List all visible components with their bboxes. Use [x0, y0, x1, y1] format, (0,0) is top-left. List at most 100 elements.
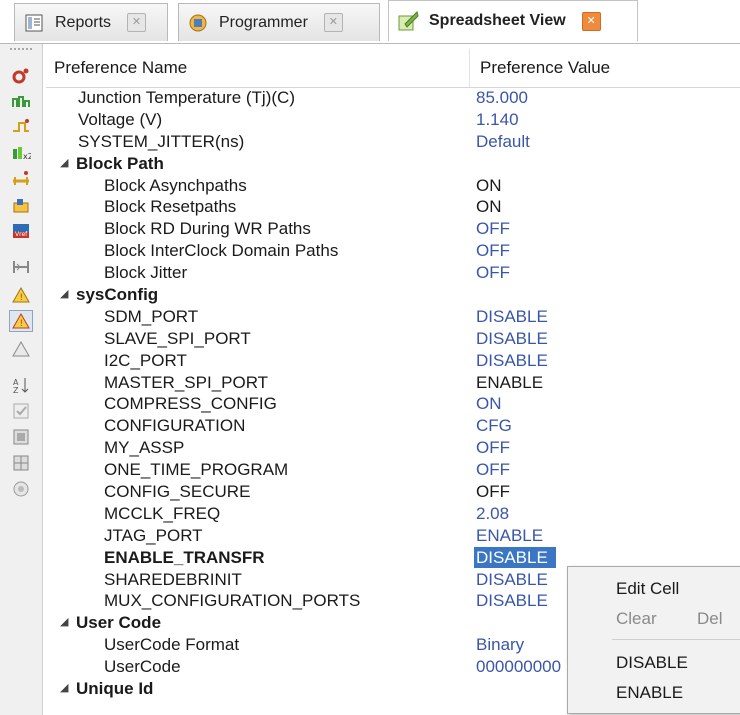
preference-value[interactable]: 000000000 — [476, 656, 561, 677]
table-row[interactable]: MCCLK_FREQ 2.08 — [46, 503, 740, 525]
table-group-row[interactable]: ◢ Block Path — [46, 153, 740, 175]
preference-name: Block InterClock Domain Paths — [104, 241, 339, 261]
preference-value[interactable]: 1.140 — [476, 109, 519, 130]
preference-value[interactable]: DISABLE — [476, 350, 548, 371]
preference-value[interactable]: ON — [476, 175, 502, 196]
toolbar-grip[interactable] — [10, 48, 32, 52]
programmer-icon — [187, 12, 209, 34]
table-row[interactable]: Block Resetpaths ON — [46, 196, 740, 218]
collapse-triangle-icon[interactable]: ◢ — [60, 678, 68, 699]
table-row[interactable]: Block InterClock Domain Paths OFF — [46, 240, 740, 262]
table-row[interactable]: I2C_PORT DISABLE — [46, 350, 740, 372]
preference-name: MASTER_SPI_PORT — [104, 372, 269, 392]
package-view-icon[interactable] — [9, 452, 33, 474]
menu-item-edit-cell[interactable]: Edit Cell — [568, 575, 740, 603]
menu-separator — [612, 639, 740, 640]
preference-value[interactable]: OFF — [476, 218, 510, 239]
table-row[interactable]: ONE_TIME_PROGRAM OFF — [46, 459, 740, 481]
close-icon[interactable]: ✕ — [581, 11, 601, 31]
table-row[interactable]: SYSTEM_JITTER(ns) Default — [46, 131, 740, 153]
preference-value[interactable]: DISABLE — [476, 590, 548, 611]
preference-name: Unique Id — [76, 679, 154, 699]
preference-value[interactable]: ON — [476, 196, 502, 217]
warning-outline-icon[interactable] — [9, 338, 33, 360]
preference-name: Block Asynchpaths — [104, 175, 247, 195]
global-preferences-icon[interactable]: Vref — [9, 220, 33, 242]
table-row[interactable]: Block Asynchpaths ON — [46, 175, 740, 197]
preference-name: SLAVE_SPI_PORT — [104, 328, 251, 348]
sort-icon[interactable]: AZ — [9, 374, 33, 396]
timing-analysis-icon[interactable] — [9, 256, 33, 278]
tab-programmer[interactable]: Programmer ✕ — [178, 3, 380, 41]
preference-value[interactable]: OFF — [476, 240, 510, 261]
preference-value[interactable]: Default — [476, 131, 530, 152]
preference-value[interactable]: Binary — [476, 634, 524, 655]
table-group-row[interactable]: ◢ sysConfig — [46, 284, 740, 306]
close-icon[interactable]: ✕ — [127, 13, 147, 32]
preference-value[interactable]: ON — [476, 393, 502, 414]
column-header-name[interactable]: Preference Name — [46, 49, 469, 87]
preference-value[interactable]: ENABLE — [476, 525, 543, 546]
preference-name: UserCode — [104, 657, 181, 677]
preference-value[interactable]: CFG — [476, 415, 512, 436]
table-row[interactable]: Voltage (V) 1.140 — [46, 109, 740, 131]
tab-spreadsheet-view[interactable]: Spreadsheet View ✕ — [388, 0, 638, 41]
menu-item-shortcut: Del — [697, 609, 723, 628]
svg-text:x2: x2 — [23, 152, 31, 161]
preference-name: JTAG_PORT — [104, 525, 203, 545]
warning-icon[interactable]: ! — [9, 284, 33, 306]
context-menu: Edit Cell Clear Del DISABLE ENABLE — [567, 566, 740, 714]
table-row[interactable]: JTAG_PORT ENABLE — [46, 525, 740, 547]
route-priority-icon[interactable]: x2 — [9, 142, 33, 164]
table-row[interactable]: COMPRESS_CONFIG ON — [46, 393, 740, 415]
menu-item-enable[interactable]: ENABLE — [568, 679, 740, 707]
table-row[interactable]: Block Jitter OFF — [46, 262, 740, 284]
left-toolbar: x2 Vref ! ! AZ — [0, 44, 43, 715]
preference-name: SHAREDEBRINIT — [104, 569, 242, 589]
preference-value-selected[interactable]: DISABLE — [474, 546, 556, 568]
pin-layout-icon[interactable] — [9, 426, 33, 448]
preference-name: Block Resetpaths — [104, 197, 237, 217]
menu-item-clear[interactable]: Clear Del — [568, 605, 740, 633]
svg-text:Z: Z — [13, 386, 19, 395]
preference-value[interactable]: OFF — [476, 262, 510, 283]
port-assignments-icon[interactable] — [9, 64, 33, 86]
preference-value[interactable]: OFF — [476, 437, 510, 458]
table-row[interactable]: CONFIGURATION CFG — [46, 415, 740, 437]
table-row[interactable]: MASTER_SPI_PORT ENABLE — [46, 372, 740, 394]
preference-value[interactable]: 2.08 — [476, 503, 509, 524]
warning-selected-icon[interactable]: ! — [9, 310, 33, 332]
tab-reports[interactable]: Reports ✕ — [14, 3, 168, 41]
table-row[interactable]: SDM_PORT DISABLE — [46, 306, 740, 328]
preference-value[interactable]: OFF — [476, 481, 510, 502]
preference-name: COMPRESS_CONFIG — [104, 394, 277, 414]
collapse-triangle-icon[interactable]: ◢ — [60, 612, 68, 633]
preference-value[interactable]: DISABLE — [476, 328, 548, 349]
column-header-value[interactable]: Preference Value — [472, 49, 740, 87]
table-row[interactable]: CONFIG_SECURE OFF — [46, 481, 740, 503]
menu-item-disable[interactable]: DISABLE — [568, 649, 740, 677]
table-row[interactable]: MY_ASSP OFF — [46, 437, 740, 459]
timing-preferences-icon[interactable] — [9, 90, 33, 112]
svg-text:Vref: Vref — [15, 231, 28, 238]
column-divider[interactable] — [469, 49, 470, 87]
preference-value[interactable]: OFF — [476, 459, 510, 480]
group-icon[interactable] — [9, 194, 33, 216]
table-row[interactable]: Junction Temperature (Tj)(C) 85.000 — [46, 87, 740, 109]
cell-mapping-icon[interactable] — [9, 168, 33, 190]
collapse-triangle-icon[interactable]: ◢ — [60, 284, 68, 305]
collapse-triangle-icon[interactable]: ◢ — [60, 153, 68, 174]
check-icon[interactable] — [9, 400, 33, 422]
clock-preferences-icon[interactable] — [9, 116, 33, 138]
table-row[interactable]: SLAVE_SPI_PORT DISABLE — [46, 328, 740, 350]
preference-value[interactable]: ENABLE — [476, 372, 543, 393]
table-row[interactable]: Block RD During WR Paths OFF — [46, 218, 740, 240]
preference-name: sysConfig — [76, 285, 159, 305]
preference-value[interactable]: 85.000 — [476, 87, 528, 108]
preference-name: UserCode Format — [104, 635, 240, 655]
tab-baseline — [0, 43, 740, 44]
preference-value[interactable]: DISABLE — [476, 306, 548, 327]
preference-value[interactable]: DISABLE — [476, 569, 548, 590]
circle-icon[interactable] — [9, 478, 33, 500]
close-icon[interactable]: ✕ — [323, 13, 343, 32]
